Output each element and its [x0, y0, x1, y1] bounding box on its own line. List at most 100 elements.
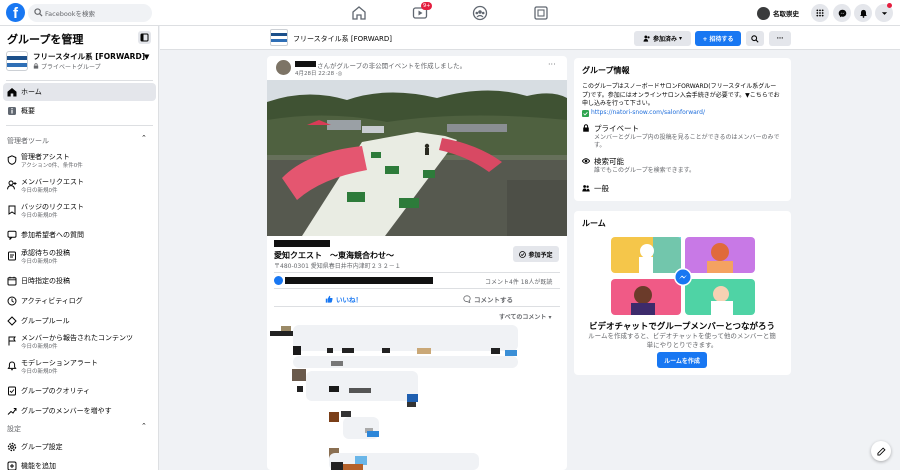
info-icon	[8, 107, 16, 115]
comment-redacted	[417, 348, 431, 354]
group-description: このグループはスノーボードサロンFORWARD(フリースタイル系グループ)です。…	[582, 83, 780, 107]
more-options-button[interactable]: ···	[769, 31, 791, 46]
post-stats[interactable]: コメント4件 18人が既読	[485, 277, 552, 286]
sidebar-item-membership-questions[interactable]: 参加希望者への質問	[3, 226, 156, 244]
sidebar-item-about[interactable]: 概要	[3, 102, 156, 120]
badge-icon	[8, 205, 16, 215]
salon-link[interactable]: https://natori-snow.com/salonforward/	[591, 109, 705, 116]
sidebar-item-badge-requests[interactable]: バッジのリクエスト 今日の新規0件	[3, 201, 156, 219]
comment-redacted	[342, 348, 354, 353]
event-cover-photo[interactable]	[267, 80, 567, 236]
lock-icon	[583, 124, 589, 132]
group-search-button[interactable]	[746, 31, 764, 46]
sidebar-item-label: 機能を追加	[21, 462, 56, 470]
create-room-button[interactable]: ルームを作成	[657, 352, 707, 368]
visibility-description: 誰でもこのグループを検索できます。	[594, 167, 696, 174]
chevron-up-icon[interactable]: ⌃	[141, 422, 147, 430]
chevron-down-icon[interactable]: ▼	[144, 53, 149, 61]
menu-grid-icon[interactable]	[811, 4, 829, 22]
sidebar-item-group-quality[interactable]: グループのクオリティ	[3, 382, 156, 400]
comment-redacted	[293, 346, 301, 355]
groups-nav-icon[interactable]	[472, 5, 488, 21]
check-circle-icon	[519, 250, 527, 258]
sidebar-item-group-rules[interactable]: グループルール	[3, 312, 156, 330]
compose-icon	[876, 446, 886, 456]
sidebar-item-group-settings[interactable]: グループ設定	[3, 438, 156, 456]
group-header-bar: フリースタイル系 [FORWARD] 参加済み ▾ + 招待する ···	[160, 26, 900, 50]
checkmark-icon	[582, 110, 589, 117]
comment-sort-dropdown[interactable]: すべてのコメント ▾	[499, 312, 551, 321]
divider	[274, 306, 560, 307]
sidebar-item-grow-group[interactable]: グループのメンバーを増やす	[3, 402, 156, 420]
group-people-icon	[582, 185, 590, 192]
sidebar-item-moderation-alerts[interactable]: モデレーションアラート 今日の新規0件	[3, 357, 156, 375]
sidebar-item-admin-assist[interactable]: 管理者アシスト アクション0件、条件0件	[3, 151, 156, 169]
home-nav-icon[interactable]	[351, 5, 367, 21]
sidebar-item-label: グループのクオリティ	[21, 387, 91, 395]
author-name-redacted[interactable]	[295, 61, 316, 67]
new-message-button[interactable]	[871, 441, 891, 461]
sidebar-item-pending-posts[interactable]: 承認待ちの投稿 今日の新規0件	[3, 247, 156, 265]
comment-author-redacted	[270, 331, 293, 336]
chevron-up-icon[interactable]: ⌃	[141, 134, 147, 142]
reaction-names-redacted[interactable]	[285, 277, 433, 284]
notifications-icon[interactable]	[854, 4, 872, 22]
settings-icon	[7, 442, 17, 452]
sidebar-item-sublabel: 今日の新規0件	[21, 188, 58, 194]
lock-icon	[33, 63, 39, 69]
comment-redacted	[407, 402, 416, 407]
sidebar-item-label: 概要	[21, 107, 35, 115]
eye-icon	[582, 158, 590, 164]
group-switcher[interactable]: フリースタイル系 [FORWARD] プライベートグループ ▼	[6, 50, 153, 72]
rooms-card: ルーム ビデオチャットでグループメンバーとつながろう ルームを作成すると、ビデオ…	[574, 211, 791, 375]
group-info-card: グループ情報 このグループはスノーボードサロンFORWARD(フリースタイル系グ…	[574, 58, 791, 201]
comment-redacted	[349, 388, 371, 393]
post-timestamp[interactable]: 4月28日 22:28 ·◎	[295, 69, 342, 77]
sidebar-item-sublabel: 今日の新規0件	[21, 369, 58, 375]
sidebar-item-activity-log[interactable]: アクティビティログ	[3, 292, 156, 310]
search-input[interactable]: Facebookを検索	[28, 4, 152, 22]
account-menu-icon[interactable]	[875, 3, 893, 22]
all-comments-label: すべてのコメント	[499, 314, 547, 321]
calendar-icon	[7, 276, 17, 286]
comment-label: コメントする	[474, 296, 513, 304]
like-reaction-icon	[274, 276, 283, 285]
comment-button[interactable]: コメントする	[463, 294, 513, 304]
comment-redacted	[407, 394, 418, 402]
sidebar-item-home[interactable]: ホーム	[3, 83, 156, 101]
post-menu-button[interactable]: ···	[548, 60, 556, 69]
members-icon	[643, 35, 650, 42]
comment-redacted	[382, 348, 390, 353]
invite-button[interactable]: + 招待する	[695, 31, 741, 46]
going-button[interactable]: 参加予定	[513, 246, 559, 262]
watch-nav-icon[interactable]: 9+	[412, 2, 433, 21]
member-request-icon	[7, 180, 17, 190]
rooms-description: ルームを作成すると、ビデオチャットを使って他のメンバーと簡単にやりとりできます。	[588, 332, 776, 349]
visibility-title: 検索可能	[594, 157, 624, 166]
search-icon	[34, 8, 43, 17]
messenger-icon[interactable]	[833, 4, 851, 22]
like-button[interactable]: いいね！	[325, 294, 362, 304]
sidebar-item-label: グループ設定	[21, 443, 63, 451]
joined-button[interactable]: 参加済み ▾	[634, 31, 691, 46]
sidebar-item-reported-content[interactable]: メンバーから報告されたコンテンツ 今日の新規0件	[3, 332, 156, 350]
sidebar-item-scheduled-posts[interactable]: 日時指定の投稿	[3, 272, 156, 290]
sidebar-item-member-requests[interactable]: メンバーリクエスト 今日の新規0件	[3, 176, 156, 194]
general-label: 一般	[594, 184, 609, 193]
gaming-nav-icon[interactable]	[533, 5, 549, 21]
comment-bubble	[306, 371, 418, 401]
author-avatar[interactable]	[276, 60, 291, 75]
facebook-logo[interactable]: f	[6, 3, 25, 22]
group-header-name[interactable]: フリースタイル系 [FORWARD]	[293, 34, 392, 44]
sidebar-item-add-features[interactable]: 機能を追加	[3, 457, 156, 470]
sidebar-item-label: アクティビティログ	[21, 297, 83, 305]
profile-shortcut[interactable]: 名取崇史	[757, 4, 799, 22]
collapse-sidebar-button[interactable]	[138, 31, 151, 44]
event-address: 〒480-0301 愛知県春日井市内津町２３２－１	[274, 263, 401, 270]
sidebar-item-sublabel: 今日の新規0件	[21, 259, 58, 265]
question-icon	[7, 230, 17, 240]
alert-dot	[887, 3, 892, 8]
grow-icon	[7, 408, 17, 415]
top-navigation-bar: f Facebookを検索 9+ 名取崇史	[0, 0, 900, 26]
event-title[interactable]: 愛知クエスト ～東海競合わせ～	[274, 250, 394, 261]
